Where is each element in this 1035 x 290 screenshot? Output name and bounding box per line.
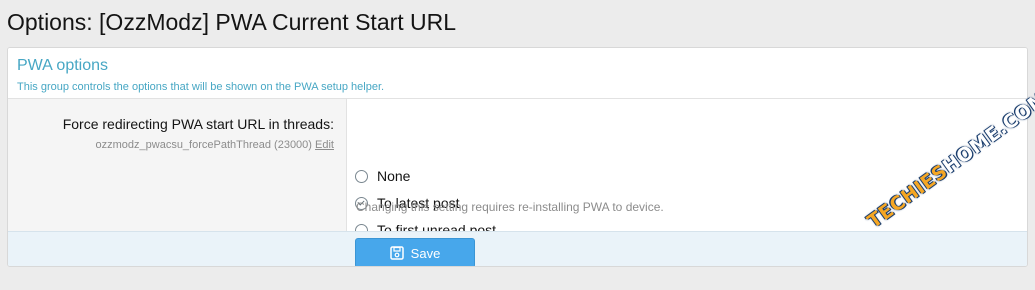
save-icon [389, 246, 404, 260]
option-id: ozzmodz_pwacsu_forcePathThread (23000) [95, 139, 312, 151]
radio-circle[interactable] [355, 169, 368, 183]
save-label: Save [410, 245, 441, 261]
radio-label: None [377, 168, 411, 184]
radio-none[interactable]: None [355, 166, 410, 186]
option-label-column: Force redirecting PWA start URL in threa… [8, 99, 347, 231]
option-label: Force redirecting PWA start URL in threa… [62, 116, 334, 132]
options-panel: PWA options This group controls the opti… [7, 47, 1028, 267]
group-title: PWA options [17, 57, 109, 74]
save-button[interactable]: Save [355, 238, 475, 266]
group-header: PWA options This group controls the opti… [8, 48, 1027, 99]
edit-link[interactable]: Edit [315, 139, 334, 151]
page-title: Options: [OzzModz] PWA Current Start URL [7, 9, 457, 35]
option-hint: Changing this setting requires re-instal… [356, 200, 664, 214]
form-footer: Save [8, 231, 1027, 266]
group-description: This group controls the options that wil… [17, 81, 385, 93]
option-meta: ozzmodz_pwacsu_forcePathThread (23000) E… [96, 139, 335, 151]
